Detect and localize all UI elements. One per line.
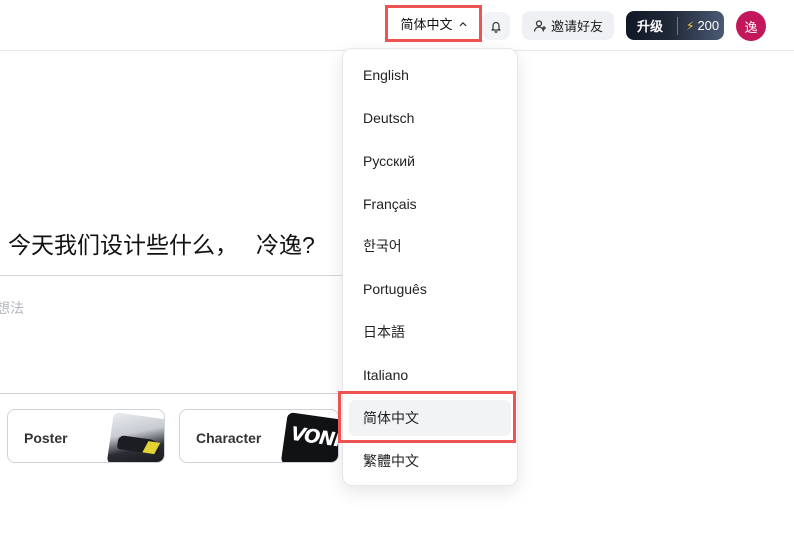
language-option-label: English — [363, 67, 409, 83]
prompt-input-area[interactable] — [0, 275, 346, 394]
upgrade-button[interactable]: 升级 ⚡ 200 — [626, 11, 724, 40]
character-thumbnail: VONIC — [280, 412, 339, 462]
language-option-label: Português — [363, 281, 427, 297]
language-option-label: Français — [363, 196, 417, 212]
greeting-text: 今天我们设计些什么， — [8, 232, 238, 258]
character-thumb-text: VONIC — [289, 422, 339, 454]
language-option-label: 日本語 — [363, 324, 405, 340]
bolt-icon: ⚡ — [686, 18, 695, 33]
language-option-label: 한국어 — [363, 238, 402, 254]
language-selector-label: 简体中文 — [400, 17, 453, 32]
prompt-placeholder: 想法 — [0, 300, 24, 316]
language-option-portuguese[interactable]: Português — [349, 271, 511, 307]
language-option-label: Deutsch — [363, 110, 415, 126]
top-bar: 简体中文 邀请好友 升级 ⚡ 200 逸 — [0, 0, 794, 51]
avatar[interactable]: 逸 — [736, 11, 766, 41]
poster-thumbnail — [106, 412, 164, 462]
credits-count: 200 — [697, 18, 720, 33]
language-option-english[interactable]: English — [349, 57, 511, 93]
language-option-simplified-chinese[interactable]: 简体中文 — [349, 400, 511, 436]
language-option-german[interactable]: Deutsch — [349, 100, 511, 136]
invite-friends-label: 邀请好友 — [550, 19, 603, 34]
language-selector-button[interactable]: 简体中文 — [385, 5, 482, 42]
language-option-label: 简体中文 — [363, 410, 419, 426]
poster-template-card[interactable]: Poster — [7, 409, 165, 463]
language-option-label: Русский — [363, 153, 415, 169]
language-option-korean[interactable]: 한국어 — [349, 228, 511, 264]
language-option-japanese[interactable]: 日本語 — [349, 314, 511, 350]
language-option-russian[interactable]: Русский — [349, 143, 511, 179]
greeting-username: 冷逸? — [256, 232, 315, 258]
language-option-french[interactable]: Français — [349, 186, 511, 222]
language-option-label: Italiano — [363, 367, 409, 383]
user-plus-icon — [533, 19, 546, 32]
poster-card-label: Poster — [24, 430, 68, 446]
language-dropdown-menu: English Deutsch Русский Français 한국어 Por… — [342, 48, 518, 486]
avatar-initial: 逸 — [744, 19, 758, 35]
language-option-label: 繁體中文 — [363, 453, 419, 469]
notifications-button[interactable] — [482, 12, 510, 40]
page-greeting: 今天我们设计些什么， 冷逸? — [8, 226, 315, 260]
character-template-card[interactable]: Character VONIC — [179, 409, 339, 463]
invite-friends-button[interactable]: 邀请好友 — [522, 11, 614, 40]
upgrade-label: 升级 — [637, 19, 664, 34]
language-option-traditional-chinese[interactable]: 繁體中文 — [349, 443, 511, 479]
language-option-italian[interactable]: Italiano — [349, 357, 511, 393]
chevron-up-icon — [459, 21, 466, 26]
bell-icon — [491, 21, 501, 33]
character-card-label: Character — [196, 430, 262, 446]
upgrade-divider — [677, 16, 679, 35]
